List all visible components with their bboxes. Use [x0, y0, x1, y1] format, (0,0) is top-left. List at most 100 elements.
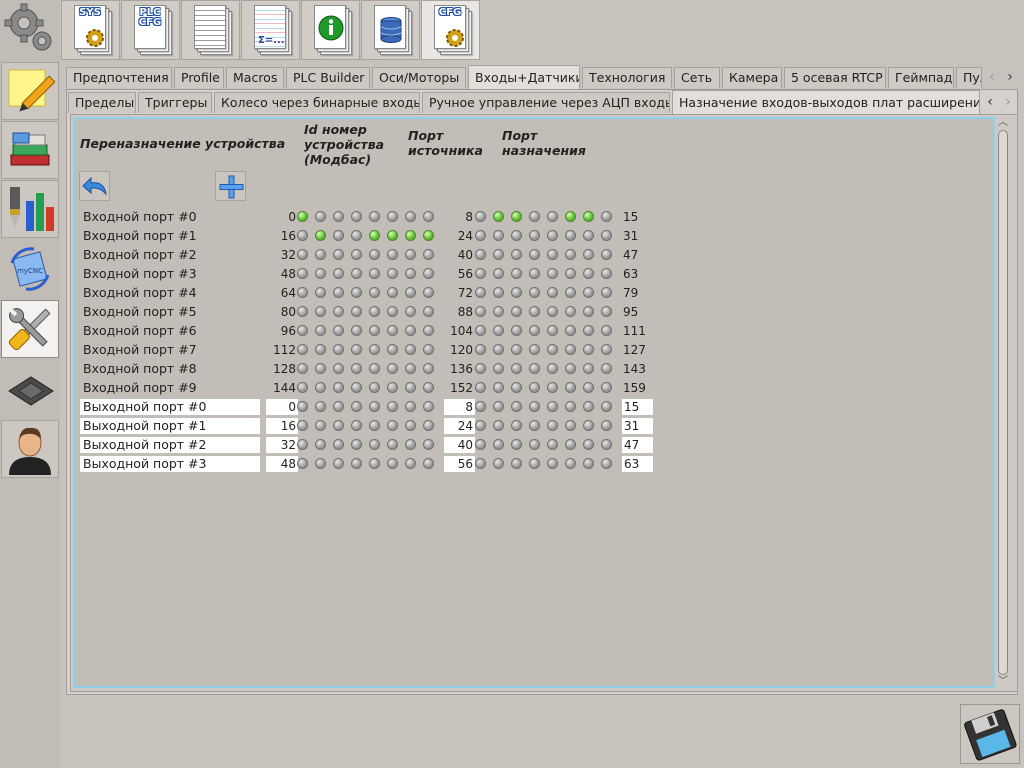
sys-button[interactable]: SYS	[61, 0, 120, 60]
source-bit-led[interactable]	[423, 439, 434, 450]
dest-bit-led[interactable]	[511, 211, 522, 222]
source-bit-led[interactable]	[423, 382, 434, 393]
source-bit-led[interactable]	[351, 306, 362, 317]
source-bit-led[interactable]	[405, 363, 416, 374]
document-button[interactable]	[181, 0, 240, 60]
settings-gears-button[interactable]	[1, 0, 59, 58]
source-bit-led[interactable]	[297, 325, 308, 336]
sidebar-tools-stats-button[interactable]	[1, 180, 59, 238]
source-bit-led[interactable]	[297, 439, 308, 450]
dest-bit-led[interactable]	[511, 268, 522, 279]
dest-port-value[interactable]: 31	[622, 418, 653, 434]
source-bit-led[interactable]	[369, 325, 380, 336]
tab-binary-wheel[interactable]: Колесо через бинарные входы	[214, 92, 420, 113]
source-bit-led[interactable]	[369, 211, 380, 222]
sidebar-hardware-button[interactable]	[1, 361, 59, 419]
dest-bit-led[interactable]	[565, 287, 576, 298]
source-bit-led[interactable]	[405, 401, 416, 412]
formula-button[interactable]: Σ=...	[241, 0, 300, 60]
dest-bit-led[interactable]	[601, 306, 612, 317]
dest-bit-led[interactable]	[511, 401, 522, 412]
source-bit-led[interactable]	[405, 458, 416, 469]
source-port-value[interactable]: 56	[444, 456, 475, 472]
dest-bit-led[interactable]	[493, 287, 504, 298]
dest-bit-led[interactable]	[511, 249, 522, 260]
source-bit-led[interactable]	[333, 382, 344, 393]
dest-bit-led[interactable]	[493, 268, 504, 279]
source-bit-led[interactable]	[315, 249, 326, 260]
add-button[interactable]	[215, 171, 246, 201]
source-bit-led[interactable]	[333, 306, 344, 317]
source-bit-led[interactable]	[423, 249, 434, 260]
dest-bit-led[interactable]	[493, 401, 504, 412]
dest-bit-led[interactable]	[475, 249, 486, 260]
dest-bit-led[interactable]	[547, 306, 558, 317]
dest-bit-led[interactable]	[547, 287, 558, 298]
source-bit-led[interactable]	[405, 306, 416, 317]
dest-bit-led[interactable]	[583, 420, 594, 431]
source-bit-led[interactable]	[387, 211, 398, 222]
dest-bit-led[interactable]	[601, 287, 612, 298]
dest-bit-led[interactable]	[511, 306, 522, 317]
cfg-button[interactable]: CFG	[421, 0, 480, 60]
dest-bit-led[interactable]	[583, 306, 594, 317]
dest-bit-led[interactable]	[493, 439, 504, 450]
sidebar-settings-tools-button[interactable]	[1, 300, 59, 358]
dest-bit-led[interactable]	[565, 401, 576, 412]
sidebar-mycnc-button[interactable]: myCNC	[1, 240, 59, 298]
source-bit-led[interactable]	[405, 325, 416, 336]
dest-bit-led[interactable]	[565, 268, 576, 279]
dest-bit-led[interactable]	[475, 458, 486, 469]
dest-bit-led[interactable]	[565, 230, 576, 241]
dest-bit-led[interactable]	[601, 382, 612, 393]
tab-profile[interactable]: Profile	[174, 67, 224, 88]
source-bit-led[interactable]	[423, 458, 434, 469]
source-bit-led[interactable]	[351, 287, 362, 298]
source-bit-led[interactable]	[405, 249, 416, 260]
sidebar-user-button[interactable]	[1, 420, 59, 478]
source-bit-led[interactable]	[297, 420, 308, 431]
dest-bit-led[interactable]	[547, 211, 558, 222]
source-bit-led[interactable]	[315, 306, 326, 317]
source-bit-led[interactable]	[333, 211, 344, 222]
source-bit-led[interactable]	[315, 401, 326, 412]
tab-triggers[interactable]: Триггеры	[138, 92, 212, 113]
dest-bit-led[interactable]	[547, 325, 558, 336]
dest-bit-led[interactable]	[601, 211, 612, 222]
dest-bit-led[interactable]	[547, 382, 558, 393]
dest-bit-led[interactable]	[601, 439, 612, 450]
source-bit-led[interactable]	[405, 211, 416, 222]
dest-bit-led[interactable]	[511, 458, 522, 469]
dest-bit-led[interactable]	[475, 230, 486, 241]
source-bit-led[interactable]	[369, 268, 380, 279]
save-button[interactable]	[960, 704, 1020, 764]
source-bit-led[interactable]	[297, 306, 308, 317]
dest-bit-led[interactable]	[475, 306, 486, 317]
source-bit-led[interactable]	[405, 439, 416, 450]
dest-bit-led[interactable]	[547, 230, 558, 241]
source-bit-led[interactable]	[369, 420, 380, 431]
dest-bit-led[interactable]	[565, 344, 576, 355]
source-bit-led[interactable]	[387, 363, 398, 374]
source-bit-led[interactable]	[387, 439, 398, 450]
source-bit-led[interactable]	[405, 344, 416, 355]
source-bit-led[interactable]	[423, 211, 434, 222]
dest-bit-led[interactable]	[475, 401, 486, 412]
dest-port-value[interactable]: 15	[622, 399, 653, 415]
device-id-value[interactable]: 32	[266, 437, 298, 453]
dest-bit-led[interactable]	[475, 420, 486, 431]
dest-bit-led[interactable]	[529, 325, 540, 336]
source-bit-led[interactable]	[423, 230, 434, 241]
dest-bit-led[interactable]	[529, 268, 540, 279]
dest-bit-led[interactable]	[529, 439, 540, 450]
source-bit-led[interactable]	[387, 420, 398, 431]
source-bit-led[interactable]	[315, 287, 326, 298]
tab-inputs-sensors[interactable]: Входы+Датчики	[468, 65, 580, 89]
dest-bit-led[interactable]	[601, 458, 612, 469]
dest-bit-led[interactable]	[547, 439, 558, 450]
source-bit-led[interactable]	[351, 344, 362, 355]
source-bit-led[interactable]	[297, 211, 308, 222]
source-bit-led[interactable]	[369, 401, 380, 412]
source-bit-led[interactable]	[387, 268, 398, 279]
source-bit-led[interactable]	[297, 401, 308, 412]
